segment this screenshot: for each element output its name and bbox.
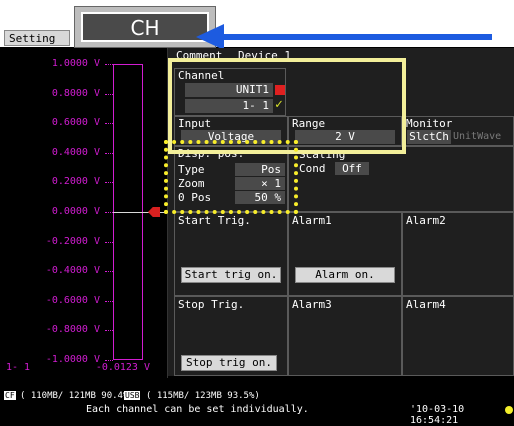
- scale-label: -0.6000 V: [45, 294, 100, 306]
- datetime: '10-03-10 16:54:21: [410, 404, 465, 426]
- alarm-on-button[interactable]: Alarm on.: [295, 267, 395, 283]
- cf-usage: ( 110MB/ 121MB 90.4%): [20, 391, 134, 401]
- scaling-cond-select[interactable]: Off: [335, 162, 369, 175]
- scale-tick: [105, 212, 113, 213]
- scale-label: 0.0000 V: [51, 206, 100, 217]
- status-bar: CF ( 110MB/ 121MB 90.4%) USB ( 115MB/ 12…: [0, 390, 514, 426]
- cf-icon: CF: [4, 391, 16, 400]
- ch-button-frame: CH: [74, 6, 216, 48]
- arrow-left-icon: [196, 24, 224, 50]
- scale-tick: [105, 241, 113, 243]
- scaling-section: Scaling Cond Off: [288, 146, 514, 212]
- scale-label: -0.4000 V: [45, 265, 100, 277]
- scale-tick: [105, 330, 113, 332]
- scale-tick: [105, 182, 113, 184]
- scale-label: 0.6000 V: [51, 117, 100, 129]
- display-settings-highlight: [164, 140, 298, 214]
- scale-tick: [105, 300, 113, 302]
- scale-current-value: -0.0123 V: [95, 362, 150, 373]
- start-trig-section: Start Trig. Start trig on.: [174, 212, 288, 296]
- alarm4-section: Alarm4: [402, 296, 514, 376]
- scale-tick: [105, 271, 113, 273]
- cond-label: Cond: [299, 162, 326, 175]
- scale-label: 1.0000 V: [51, 58, 100, 69]
- scale-label: 0.4000 V: [51, 146, 100, 158]
- alarm1-label: Alarm1: [292, 214, 332, 227]
- monitor-unitwave[interactable]: UnitWave: [453, 131, 501, 142]
- monitor-section: Monitor SlctCh UnitWave: [402, 116, 514, 146]
- usb-icon: USB: [124, 391, 141, 400]
- alarm3-label: Alarm3: [292, 298, 332, 311]
- scale-tick: [105, 123, 113, 125]
- scale-channel: 1- 1: [6, 362, 31, 373]
- start-trig-button[interactable]: Start trig on.: [181, 267, 281, 283]
- alarm2-section: Alarm2: [402, 212, 514, 296]
- start-trig-label: Start Trig.: [178, 214, 251, 227]
- monitor-label: Monitor: [406, 117, 453, 130]
- status-indicator-icon: [505, 406, 513, 414]
- alarm1-section: Alarm1 Alarm on.: [288, 212, 402, 296]
- usb-usage: ( 115MB/ 123MB 93.5%): [146, 391, 260, 401]
- scale-label: 0.8000 V: [51, 87, 100, 99]
- scale-tick: [105, 152, 113, 154]
- scale-tick: [105, 64, 113, 65]
- stop-trig-section: Stop Trig. Stop trig on.: [174, 296, 288, 376]
- alarm4-label: Alarm4: [406, 298, 446, 311]
- stop-trig-button[interactable]: Stop trig on.: [181, 355, 277, 371]
- alarm3-section: Alarm3: [288, 296, 402, 376]
- ch-button[interactable]: CH: [81, 12, 209, 42]
- scale-label: 0.2000 V: [51, 176, 100, 188]
- tab-setting[interactable]: Setting: [4, 30, 70, 46]
- status-message: Each channel can be set individually.: [86, 404, 309, 415]
- alarm2-label: Alarm2: [406, 214, 446, 227]
- scale-tick: [105, 360, 113, 361]
- scale-tick: [105, 93, 113, 95]
- scale-label: -0.8000 V: [45, 324, 100, 336]
- monitor-selected-channel[interactable]: SlctCh: [407, 130, 451, 144]
- arrow-shaft: [222, 34, 492, 40]
- scale-label: -0.2000 V: [45, 235, 100, 247]
- stop-trig-label: Stop Trig.: [178, 298, 245, 311]
